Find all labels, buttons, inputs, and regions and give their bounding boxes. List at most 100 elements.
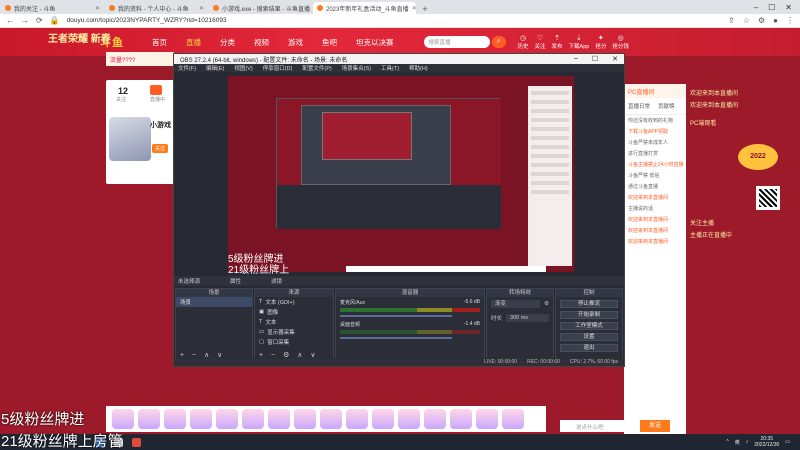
header-history[interactable]: ◷ 历史 [518,34,529,50]
obs-menu-file[interactable]: 文件(F) [178,64,196,72]
anchor-avatar[interactable] [109,117,151,161]
obs-close-button[interactable]: ✕ [612,55,618,63]
forward-icon[interactable]: → [21,16,29,25]
obs-preview[interactable] [228,76,574,272]
gift-item[interactable] [242,409,264,429]
obs-menu-help[interactable]: 帮助(H) [409,64,428,72]
menu-item-category[interactable]: 分类 [220,37,235,48]
gift-item[interactable] [216,409,238,429]
stop-streaming-button[interactable]: 停止推流 [560,300,618,308]
reload-icon[interactable]: ⟳ [36,16,43,25]
start-recording-button[interactable]: 开始录制 [560,311,618,319]
obs-menu-tools[interactable]: 工具(T) [381,64,399,72]
scene-item[interactable]: 场景 [176,297,252,307]
gift-item[interactable] [398,409,420,429]
gift-item[interactable] [294,409,316,429]
gift-item[interactable] [372,409,394,429]
obs-maximize-button[interactable]: ☐ [592,55,598,63]
profile-icon[interactable]: ● [773,16,778,25]
close-tab-icon[interactable]: ✕ [199,5,204,12]
notification-icon[interactable]: ▭ [785,439,790,445]
source-item[interactable]: ▭ 显示器采集 [255,327,333,337]
duration-input[interactable]: 300 ms [506,314,549,322]
settings-button[interactable]: 设置 [560,333,618,341]
gear-icon[interactable]: ⚙ [544,301,549,307]
close-window-button[interactable]: ✕ [785,3,792,12]
search-icon[interactable]: ⌕ [491,36,506,48]
anchor-card[interactable]: 小游戏 关注 [106,114,174,184]
extension-icon[interactable]: ⚙ [758,16,765,25]
header-download[interactable]: ⇣ 下载App [569,34,590,50]
star-icon[interactable]: ☆ [743,16,750,25]
studio-mode-button[interactable]: 工作室模式 [560,322,618,330]
source-item[interactable]: ▢ 窗口采集 [255,337,333,347]
clock[interactable]: 20:35 2022/12/30 [754,436,779,448]
gift-item[interactable] [164,409,186,429]
volume-slider[interactable] [340,337,452,339]
obs-menu-edit[interactable]: 编辑(E) [206,64,224,72]
back-icon[interactable]: ← [6,16,14,25]
heart-icon: ♡ [536,35,544,42]
event-badge[interactable]: 2022 [738,144,778,170]
tray-expand-icon[interactable]: ^ [726,439,728,445]
gift-item[interactable] [268,409,290,429]
volume-icon[interactable]: ♪ [746,439,749,445]
share-icon[interactable]: ⇪ [728,16,735,25]
browser-tab[interactable]: 我的资料 - 个人中心 - 斗鱼 ✕ [105,2,208,14]
menu-item-event[interactable]: 坦克以决赛 [356,37,394,48]
browser-tab[interactable]: 小游戏.exe - 搜索结果 - 斗鱼直播✕ [209,2,312,14]
transition-select[interactable]: 渐变 [491,300,541,308]
obs-menu-scene-collection[interactable]: 场景集合(S) [342,64,371,72]
url-field[interactable]: douyu.com/topic/2023NYPARTY_WZRY?rid=102… [67,17,227,24]
gift-item[interactable] [190,409,212,429]
source-item[interactable]: ▣ 图像 [255,307,333,317]
header-publish[interactable]: ⇡ 发布 [552,34,563,50]
obs-menu-docks[interactable]: 停靠窗口(D) [263,64,293,72]
gift-item[interactable] [138,409,160,429]
gift-item[interactable] [346,409,368,429]
close-tab-icon[interactable]: ✕ [412,5,416,12]
gift-item[interactable] [320,409,342,429]
menu-item-game[interactable]: 游戏 [288,37,303,48]
properties-button[interactable]: 属性 [230,277,241,285]
browser-tab-active[interactable]: 2023年新年礼盒活动_斗鱼直播 ✕ [313,2,416,14]
header-cash[interactable]: ◎ 抢分钱 [612,34,629,50]
close-tab-icon[interactable]: ✕ [95,5,100,12]
obs-minimize-button[interactable]: – [574,55,578,63]
obs-menu-bar: 文件(F) 编辑(E) 视图(V) 停靠窗口(D) 配置文件(P) 场景集合(S… [174,64,624,72]
header-follow[interactable]: ♡ 关注 [535,34,546,50]
anchor-name[interactable]: 小游戏 [150,120,171,130]
menu-icon[interactable]: ⋮ [786,16,794,25]
source-item[interactable]: T 文本 [255,317,333,327]
exit-button[interactable]: 退出 [560,344,618,352]
obs-menu-profile[interactable]: 配置文件(P) [302,64,331,72]
minimize-button[interactable]: – [754,3,758,12]
maximize-button[interactable]: ☐ [768,3,775,12]
gift-item[interactable] [502,409,524,429]
tab-daily[interactable]: 直播日常 [628,102,650,110]
tab-contribution[interactable]: 贡献榜 [658,102,675,110]
chat-send-button[interactable]: 发送 [640,420,670,432]
input-method-indicator[interactable]: 英 [735,439,740,446]
chat-panel-title[interactable]: PC直播间 [624,84,686,98]
anchor-follow-button[interactable]: 关注 [152,144,169,153]
filters-button[interactable]: 滤镜 [271,277,282,285]
source-item[interactable]: T 文本 (GDI+) [255,297,333,307]
site-search-input[interactable]: 搜索直播 [423,36,490,48]
browser-tab[interactable]: 我的关注 - 斗鱼 ✕ [1,2,104,14]
chrome-icon[interactable] [132,437,141,447]
lock-icon[interactable]: 🔒 [50,16,60,25]
gift-item[interactable] [476,409,498,429]
gift-item[interactable] [424,409,446,429]
new-tab-button[interactable]: + [419,4,431,14]
menu-item-video[interactable]: 视频 [254,37,269,48]
promo-strip[interactable]: 流量???? [106,52,174,66]
menu-item-home[interactable]: 首页 [152,37,167,48]
gift-item[interactable] [112,409,134,429]
menu-item-live[interactable]: 直播 [186,37,201,48]
gift-item[interactable] [450,409,472,429]
volume-slider[interactable] [340,315,452,317]
obs-menu-view[interactable]: 视图(V) [234,64,252,72]
header-points[interactable]: ✦ 抢分 [595,34,606,50]
menu-item-yuba[interactable]: 鱼吧 [322,37,337,48]
